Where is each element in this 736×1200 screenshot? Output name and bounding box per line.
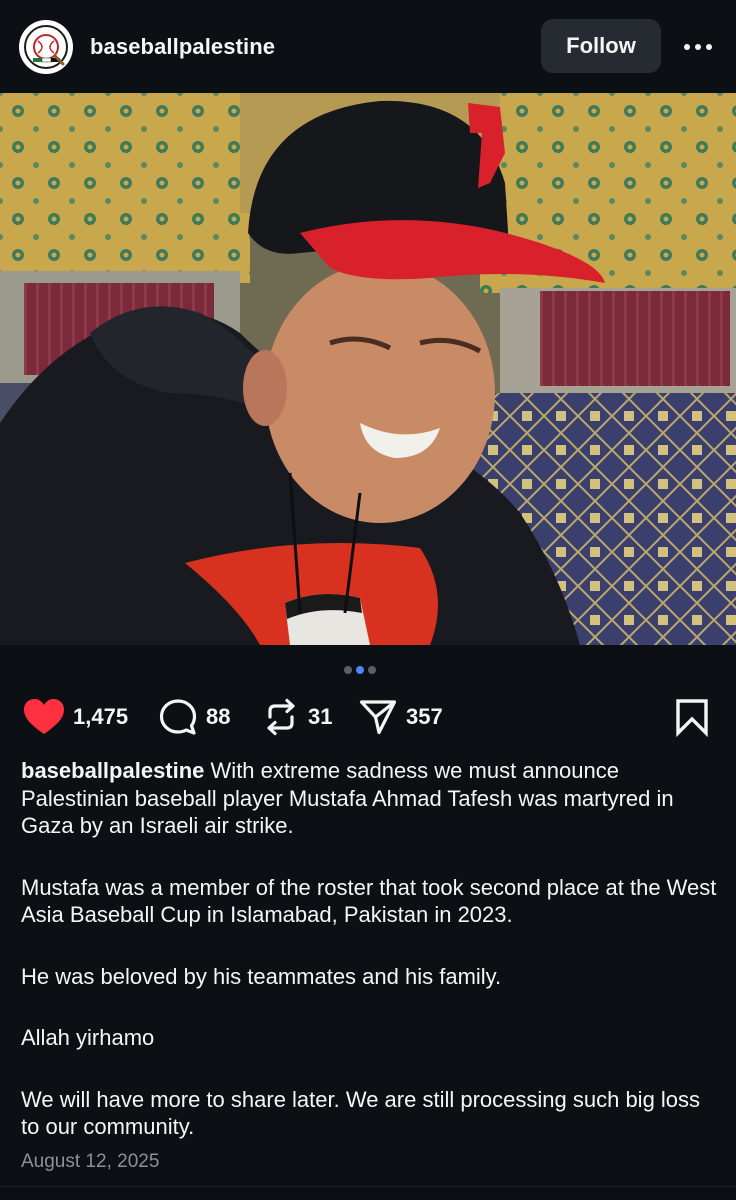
post-header: baseballpalestine Follow: [0, 0, 736, 93]
caption-paragraph: Mustafa was a member of the roster that …: [21, 874, 717, 928]
more-options-button[interactable]: [678, 30, 718, 64]
carousel-dot: [344, 666, 352, 674]
comment-icon: [159, 699, 197, 735]
carousel-dot: [368, 666, 376, 674]
caption-paragraph: Allah yirhamo: [21, 1025, 155, 1050]
comment-count: 88: [206, 704, 231, 729]
carousel-dot-active: [356, 666, 364, 674]
share-button[interactable]: 357: [358, 694, 443, 740]
follow-button[interactable]: Follow: [541, 19, 661, 73]
caption-paragraph: baseballpalestine With extreme sadness w…: [21, 757, 721, 840]
post-username[interactable]: baseballpalestine: [90, 34, 275, 60]
comment-button[interactable]: 88: [158, 694, 230, 740]
post-actions: 1,475 88 31 357: [0, 694, 736, 740]
save-button[interactable]: [674, 694, 710, 740]
send-icon: [359, 700, 397, 735]
bookmark-icon: [676, 699, 708, 737]
caption-paragraph: He was beloved by his teammates and his …: [21, 963, 502, 989]
more-horizontal-icon: [684, 44, 712, 50]
heart-filled-icon: [24, 699, 64, 734]
repost-icon: [267, 698, 295, 736]
share-count: 357: [406, 704, 443, 729]
repost-count: 31: [308, 704, 333, 729]
avatar[interactable]: [19, 20, 73, 74]
carousel-indicator: [344, 666, 376, 674]
post-photo[interactable]: [0, 93, 736, 645]
baseball-logo-icon: [20, 21, 72, 73]
repost-button[interactable]: 31: [262, 694, 332, 740]
photo-image: [0, 93, 736, 645]
like-count: 1,475: [73, 704, 129, 729]
post-date: August 12, 2025: [21, 1151, 160, 1172]
divider: [0, 1186, 736, 1187]
caption-paragraph: We will have more to share later. We are…: [21, 1086, 701, 1140]
like-button[interactable]: 1,475: [23, 694, 128, 740]
caption-username[interactable]: baseballpalestine: [21, 758, 204, 783]
post-caption: baseballpalestine With extreme sadness w…: [21, 757, 721, 1175]
